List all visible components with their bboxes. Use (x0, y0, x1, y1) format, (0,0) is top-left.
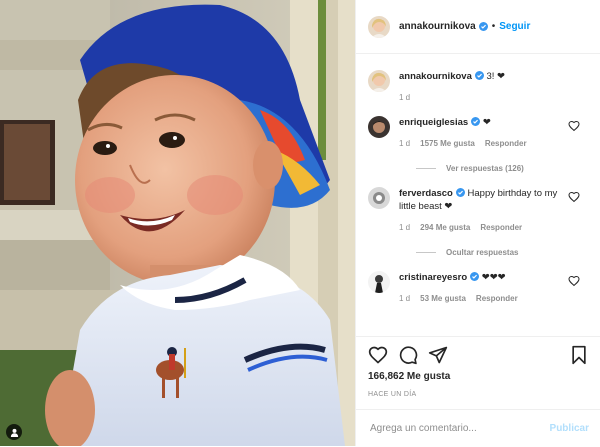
like-comment-heart-icon[interactable] (568, 191, 580, 203)
likes-count[interactable]: 166,862 Me gusta (368, 371, 450, 382)
replies-label[interactable]: Ver respuestas (126) (446, 164, 524, 173)
verified-icon (478, 22, 488, 31)
verified-icon (470, 272, 480, 281)
comment-meta: 1 d 294 Me gusta Responder (399, 221, 566, 234)
replies-label[interactable]: Ocultar respuestas (446, 248, 518, 257)
comment-item: enriqueiglesias ❤ 1 d 1575 Me gusta Resp… (368, 116, 588, 150)
comment-item: cristinareyesro ❤❤❤ 1 d 53 Me gusta Resp… (368, 271, 588, 305)
comment-time[interactable]: 1 d (399, 221, 410, 234)
commenter-avatar[interactable] (368, 271, 390, 293)
replies-divider (416, 252, 436, 253)
caption: annakournikova 3! ❤ 1 d (368, 70, 588, 104)
photo-illustration (0, 0, 355, 446)
comment-likes[interactable]: 294 Me gusta (420, 221, 470, 234)
commenter-avatar[interactable] (368, 116, 390, 138)
share-icon[interactable] (428, 345, 448, 365)
caption-text: annakournikova 3! ❤ 1 d (399, 70, 588, 104)
verified-icon (471, 117, 481, 126)
comment-text: ferverdasco Happy birthday to my little … (399, 187, 588, 234)
comment-item: ferverdasco Happy birthday to my little … (368, 187, 588, 234)
commenter-username[interactable]: cristinareyesro (399, 272, 467, 283)
comment-meta: 1 d 53 Me gusta Responder (399, 292, 566, 305)
comment-text: enriqueiglesias ❤ 1 d 1575 Me gusta Resp… (399, 116, 588, 150)
commenter-avatar[interactable] (368, 187, 390, 209)
comment-likes[interactable]: 53 Me gusta (420, 292, 466, 305)
post-header: annakournikova • Seguir (356, 0, 600, 54)
comment-icon[interactable] (398, 345, 418, 365)
post-sidebar: annakournikova • Seguir annakournikova 3… (355, 0, 600, 446)
comment-meta: 1 d 1575 Me gusta Responder (399, 137, 566, 150)
author-avatar[interactable] (368, 15, 390, 38)
comment-composer: Publicar (356, 409, 600, 447)
caption-username[interactable]: annakournikova (399, 71, 472, 82)
post-photo[interactable] (0, 0, 355, 446)
verified-icon (455, 188, 465, 197)
comments-list: annakournikova 3! ❤ 1 d enriqueiglesias … (356, 70, 600, 305)
comment-input[interactable] (368, 422, 550, 435)
caption-body: 3! ❤ (486, 71, 506, 82)
separator-dot: • (491, 21, 496, 32)
commenter-username[interactable]: enriqueiglesias (399, 117, 468, 128)
publish-button[interactable]: Publicar (550, 423, 589, 434)
caption-avatar[interactable] (368, 70, 390, 92)
comment-time[interactable]: 1 d (399, 292, 410, 305)
comment-body: ❤❤❤ (481, 272, 506, 283)
user-tag-icon[interactable] (6, 424, 22, 440)
action-icons (368, 345, 589, 367)
post-dialog: annakournikova • Seguir annakournikova 3… (0, 0, 600, 446)
like-comment-heart-icon[interactable] (568, 275, 580, 287)
comment-time[interactable]: 1 d (399, 137, 410, 150)
comment-text: cristinareyesro ❤❤❤ 1 d 53 Me gusta Resp… (399, 271, 588, 305)
view-replies-button[interactable]: Ver respuestas (126) (416, 164, 588, 173)
commenter-username[interactable]: ferverdasco (399, 188, 453, 199)
hide-replies-button[interactable]: Ocultar respuestas (416, 248, 588, 257)
comment-likes[interactable]: 1575 Me gusta (420, 137, 475, 150)
heart-icon[interactable] (368, 345, 388, 365)
caption-time[interactable]: 1 d (399, 91, 410, 104)
post-actions: 166,862 Me gusta HACE UN DÍA Publicar (356, 336, 600, 446)
caption-meta: 1 d (399, 91, 566, 104)
verified-icon (474, 71, 484, 80)
comment-body: ❤ (482, 117, 491, 128)
follow-button[interactable]: Seguir (499, 21, 530, 32)
like-comment-heart-icon[interactable] (568, 120, 580, 132)
bookmark-icon[interactable] (569, 345, 589, 365)
reply-button[interactable]: Responder (485, 137, 527, 150)
reply-button[interactable]: Responder (480, 221, 522, 234)
post-time-ago[interactable]: HACE UN DÍA (368, 391, 416, 398)
author-username[interactable]: annakournikova (399, 21, 476, 32)
reply-button[interactable]: Responder (476, 292, 518, 305)
replies-divider (416, 168, 436, 169)
